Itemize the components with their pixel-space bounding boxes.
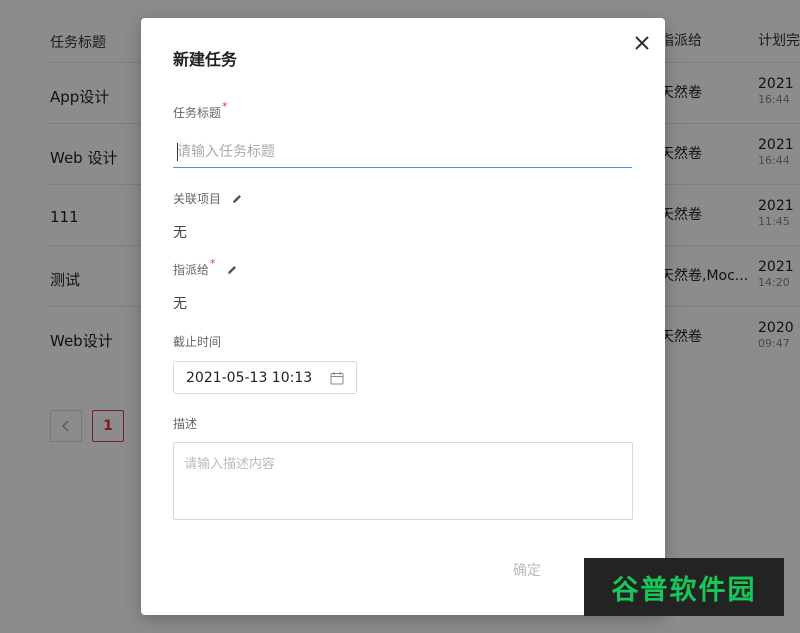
confirm-button[interactable]: 确定 xyxy=(513,560,541,580)
deadline-label: 截止时间 xyxy=(173,333,221,350)
close-icon xyxy=(635,36,649,50)
related-project-label: 关联项目 xyxy=(173,190,243,207)
new-task-dialog: 新建任务 任务标题 * 关联项目 无 指派给 * 无 截止时间 2021-05-… xyxy=(141,18,665,615)
description-textarea[interactable] xyxy=(173,442,633,520)
pencil-icon[interactable] xyxy=(231,193,243,205)
required-mark: * xyxy=(222,100,228,113)
task-title-input[interactable] xyxy=(173,136,632,168)
description-label: 描述 xyxy=(173,415,197,432)
calendar-icon xyxy=(330,371,344,384)
dialog-title: 新建任务 xyxy=(173,50,238,69)
assignee-label: 指派给 * xyxy=(173,257,238,278)
task-title-label-text: 任务标题 xyxy=(173,106,222,120)
assignee-label-text: 指派给 xyxy=(173,263,210,277)
deadline-value: 2021-05-13 10:13 xyxy=(186,369,313,386)
assignee-value: 无 xyxy=(173,296,187,312)
deadline-label-text: 截止时间 xyxy=(173,335,222,349)
related-project-value: 无 xyxy=(173,225,187,241)
task-title-label: 任务标题 * xyxy=(173,100,228,121)
watermark-logo: 谷普软件园 xyxy=(584,558,784,616)
related-project-label-text: 关联项目 xyxy=(173,192,222,206)
description-label-text: 描述 xyxy=(173,417,198,431)
required-mark: * xyxy=(210,257,216,270)
pencil-icon[interactable] xyxy=(226,264,238,276)
deadline-date-picker[interactable]: 2021-05-13 10:13 xyxy=(173,361,357,394)
text-caret xyxy=(177,143,178,161)
close-button[interactable] xyxy=(631,32,653,54)
